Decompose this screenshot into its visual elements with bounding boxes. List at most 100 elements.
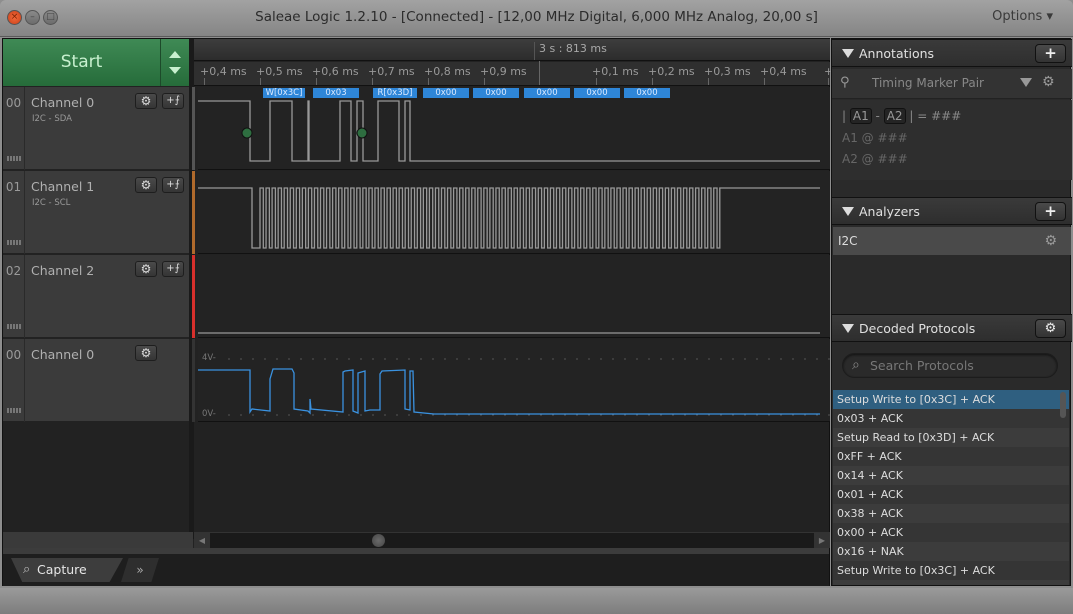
channel-color-bar [192,255,195,338]
ruler-tick-mark [764,78,765,85]
channel-name[interactable]: Channel 2 [31,263,94,278]
channel-row[interactable]: 01 Channel 1 I2C - SCL ⚙ +⨍ [3,171,189,254]
scroll-left-icon[interactable]: ◀ [194,533,210,548]
ruler-tick-mark [260,78,261,85]
analyzer-gear-icon[interactable]: ⚙ [1044,227,1057,255]
channel-color-bar [192,339,195,422]
scroll-spacer [3,532,193,548]
rising-edge-trigger-icon: +⨍ [166,95,180,106]
analyzer-item-i2c[interactable]: I2C ⚙ [833,227,1071,255]
channel-name[interactable]: Channel 0 [31,347,94,362]
collapse-triangle-icon [842,324,854,333]
channel-settings-button[interactable]: ⚙ [135,177,157,193]
trigger-button[interactable]: +⨍ [162,177,184,193]
channel-row[interactable]: 00 Channel 0 I2C - SDA ⚙ +⨍ [3,87,189,170]
annotation-gear-icon[interactable]: ⚙ [1042,74,1055,90]
window-title: Saleae Logic 1.2.10 - [Connected] - [12,… [255,9,818,25]
channel-color-bar [192,171,195,254]
a1-marker[interactable]: A1 [849,108,872,124]
analyzers-title: Analyzers [859,204,920,219]
channel-analyzer-label: I2C - SCL [32,198,71,208]
analyzer-name: I2C [838,234,858,248]
channel-name[interactable]: Channel 1 [31,179,94,194]
start-options-button[interactable] [161,39,189,86]
arrow-down-icon [169,67,181,74]
decoded-protocols-gear-button[interactable]: ⚙ [1035,319,1066,338]
decoded-protocols-title: Decoded Protocols [859,321,976,336]
title-bar: × – □ Saleae Logic 1.2.10 - [Connected] … [0,0,1073,37]
time-anchor-line [539,61,540,85]
annotation-type-dropdown-icon[interactable] [1020,78,1032,87]
search-protocols-input[interactable]: ⌕ Search Protocols [842,353,1058,378]
ruler-tick-mark [708,78,709,85]
drag-handle-icon[interactable] [7,156,21,161]
side-panel: Annotations + ⚲ Timing Marker Pair ⚙ | A… [831,38,1072,586]
protocol-list-item[interactable]: 0x01 + ACK [833,485,1069,504]
status-bar [0,588,1073,614]
ruler-tick-label: +0,2 ms [648,65,695,78]
channel-analyzer-label: I2C - SDA [32,114,72,124]
ruler-tick-label: +0,6 ms [312,65,359,78]
channel-row[interactable]: 00 Channel 0 ⚙ [3,339,189,422]
horizontal-scrollbar[interactable]: ◀ ▶ [194,532,830,548]
protocol-list-item[interactable]: 0xFF + ACK [833,447,1069,466]
bottom-tab-bar: ⌕ Capture » [3,548,829,586]
annotation-type-row[interactable]: ⚲ Timing Marker Pair ⚙ [832,69,1072,99]
channel-settings-button[interactable]: ⚙ [135,345,157,361]
drag-handle-icon[interactable] [7,324,21,329]
ruler-tick-mark [316,78,317,85]
waveform-ch0-sda[interactable]: W[0x3C] 0x03 R[0x3D] 0x00 0x00 0x00 0x00 0x00 [198,87,830,170]
protocol-list-item[interactable]: 0x38 + ACK [833,504,1069,523]
trigger-button[interactable]: +⨍ [162,261,184,277]
ruler-tick-mark [484,78,485,85]
add-analyzer-button[interactable]: + [1035,202,1066,221]
ruler-tick-label: +0,8 ms [424,65,471,78]
protocol-list-item[interactable]: Setup Write to [0x3C] + ACK [833,561,1069,580]
capture-area: Start 3 s : 813 ms +0,4 ms +0,5 ms +0,6 ms… [2,38,833,586]
more-tabs-button[interactable]: » [121,558,159,582]
restart-marker [356,127,368,139]
decoded-protocols-list: Setup Write to [0x3C] + ACK 0x03 + ACK Set… [833,390,1069,585]
decoded-protocols-header[interactable]: Decoded Protocols ⚙ [832,314,1072,342]
gear-icon: ⚙ [140,178,152,192]
ruler-tick-label: +0,5 ms [256,65,303,78]
ruler-tick-mark [372,78,373,85]
collapse-triangle-icon [842,207,854,216]
channel-row[interactable]: 02 Channel 2 ⚙ +⨍ [3,255,189,338]
waveform-analog-ch0[interactable]: 4V- 0V- [198,339,830,422]
scroll-thumb[interactable] [372,534,385,547]
ruler-tick-mark [828,78,829,85]
scroll-right-icon[interactable]: ▶ [814,533,830,548]
analog-signal [198,368,820,415]
protocol-list-item[interactable]: 0x03 + ACK [833,409,1069,428]
waveform-ch2[interactable] [198,255,830,338]
channel-settings-button[interactable]: ⚙ [135,261,157,277]
drag-handle-icon[interactable] [7,408,21,413]
protocol-list-item[interactable]: 0x14 + ACK [833,466,1069,485]
annotations-header[interactable]: Annotations + [832,39,1072,67]
channel-settings-button[interactable]: ⚙ [135,93,157,109]
trigger-button[interactable]: +⨍ [162,93,184,109]
ruler-tick-label: +0,1 ms [592,65,639,78]
options-menu[interactable]: Options ▾ [992,9,1053,24]
ruler-tick-label: +0,4 ms [200,65,247,78]
capture-tab[interactable]: ⌕ Capture [11,558,123,582]
protocol-list-item[interactable]: Setup Read to [0x3D] + ACK [833,428,1069,447]
drag-handle-icon[interactable] [7,240,21,245]
protocol-list-item[interactable]: 0x00 + ACK [833,580,1069,585]
channel-name[interactable]: Channel 0 [31,95,94,110]
analyzers-header[interactable]: Analyzers + [832,197,1072,225]
add-annotation-button[interactable]: + [1035,44,1066,63]
start-button[interactable]: Start [3,39,161,86]
protocol-list-item[interactable]: 0x00 + ACK [833,523,1069,542]
gear-icon: ⚙ [140,346,152,360]
capture-search-icon: ⌕ [23,562,31,577]
waveform-ch1-scl[interactable] [198,171,830,254]
protocol-list-item[interactable]: 0x16 + NAK [833,542,1069,561]
protocol-list-item[interactable]: Setup Write to [0x3C] + ACK [833,390,1069,409]
annotation-formula: | A1 - A2 | = ### [842,108,962,124]
time-ruler[interactable]: +0,4 ms +0,5 ms +0,6 ms +0,7 ms +0,8 ms +0,9 … [194,61,833,86]
a2-marker[interactable]: A2 [883,108,906,124]
ruler-tick-label: +0,7 ms [368,65,415,78]
protocols-scrollbar[interactable] [1060,392,1066,418]
